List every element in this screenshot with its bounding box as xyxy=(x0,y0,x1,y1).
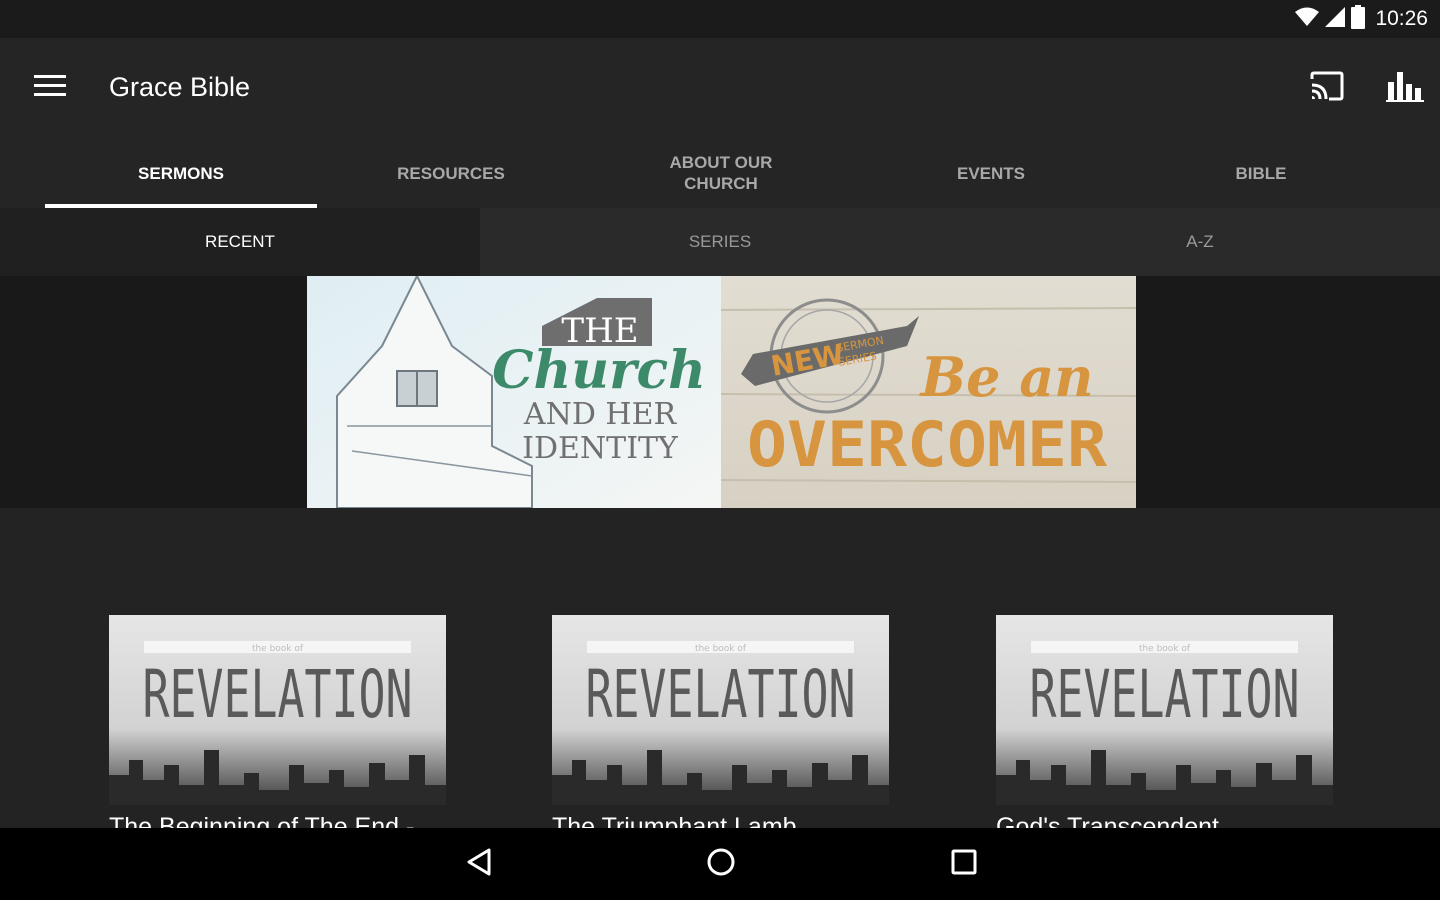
subtab-series[interactable]: SERIES xyxy=(480,208,960,276)
tab-bible[interactable]: BIBLE xyxy=(1125,138,1397,208)
sermon-thumbnail: the book of REVELATION xyxy=(109,615,446,805)
banner-be-an-text: Be an xyxy=(918,345,1093,409)
tab-resources[interactable]: RESOURCES xyxy=(315,138,587,208)
back-button[interactable] xyxy=(455,844,503,884)
sermon-grid: the book of REVELATION The Beginning of … xyxy=(0,508,1440,828)
banner-overcomer-text: OVERCOMER xyxy=(747,408,1108,481)
thumb-small-text: the book of xyxy=(1139,644,1191,654)
banner-church-text: Church xyxy=(492,340,706,401)
recents-button[interactable] xyxy=(940,844,988,884)
sermon-card[interactable]: the book of REVELATION God's Transcenden… xyxy=(996,615,1333,828)
wifi-icon xyxy=(1295,7,1320,32)
stats-button[interactable] xyxy=(1382,68,1428,108)
cast-icon xyxy=(1309,71,1345,106)
sermon-title: The Triumphant Lamb xyxy=(552,813,797,828)
menu-button[interactable] xyxy=(24,66,76,110)
featured-banner[interactable]: THE Church AND HER IDENTITY NEW SERMON S… xyxy=(307,276,1136,508)
main-tabs: SERMONS RESOURCES ABOUT OUR CHURCH EVENT… xyxy=(0,138,1440,208)
sermon-title: The Beginning of The End - xyxy=(109,813,415,828)
sermon-title: God's Transcendent xyxy=(996,813,1219,828)
tab-about-our-church[interactable]: ABOUT OUR CHURCH xyxy=(585,138,857,208)
sub-tabs: RECENT SERIES A-Z xyxy=(0,208,1440,276)
sermon-card[interactable]: the book of REVELATION The Beginning of … xyxy=(109,615,446,828)
subtab-recent[interactable]: RECENT xyxy=(0,208,480,276)
sermon-thumbnail: the book of REVELATION xyxy=(996,615,1333,805)
cast-button[interactable] xyxy=(1304,68,1350,108)
thumb-main-text: REVELATION xyxy=(586,656,856,733)
system-nav-bar xyxy=(0,828,1440,900)
thumb-small-text: the book of xyxy=(252,644,304,654)
banner-identity-text: IDENTITY xyxy=(522,431,679,466)
home-circle-icon xyxy=(706,847,736,882)
home-button[interactable] xyxy=(697,844,745,884)
tab-sermons[interactable]: SERMONS xyxy=(45,138,317,208)
status-icons: 10:26 xyxy=(1295,4,1428,34)
sermon-card[interactable]: the book of REVELATION The Triumphant La… xyxy=(552,615,889,828)
thumb-main-text: REVELATION xyxy=(1030,656,1300,733)
banner-and-her-text: AND HER xyxy=(523,397,678,432)
battery-icon xyxy=(1351,4,1366,34)
back-triangle-icon xyxy=(465,847,493,882)
tab-events[interactable]: EVENTS xyxy=(855,138,1127,208)
hamburger-menu-icon xyxy=(34,74,66,102)
banner-image: THE Church AND HER IDENTITY NEW SERMON S… xyxy=(307,276,1136,508)
app-title: Grace Bible xyxy=(109,72,251,102)
bar-chart-icon xyxy=(1386,70,1424,107)
cell-signal-icon xyxy=(1325,6,1346,32)
status-time: 10:26 xyxy=(1375,7,1428,30)
thumb-small-text: the book of xyxy=(695,644,747,654)
app-bar: Grace Bible xyxy=(0,38,1440,138)
status-bar: 10:26 xyxy=(0,0,1440,38)
recents-square-icon xyxy=(950,848,978,881)
subtab-a-z[interactable]: A-Z xyxy=(960,208,1440,276)
thumb-main-text: REVELATION xyxy=(143,656,413,733)
banner-area: THE Church AND HER IDENTITY NEW SERMON S… xyxy=(0,276,1440,508)
sermon-thumbnail: the book of REVELATION xyxy=(552,615,889,805)
